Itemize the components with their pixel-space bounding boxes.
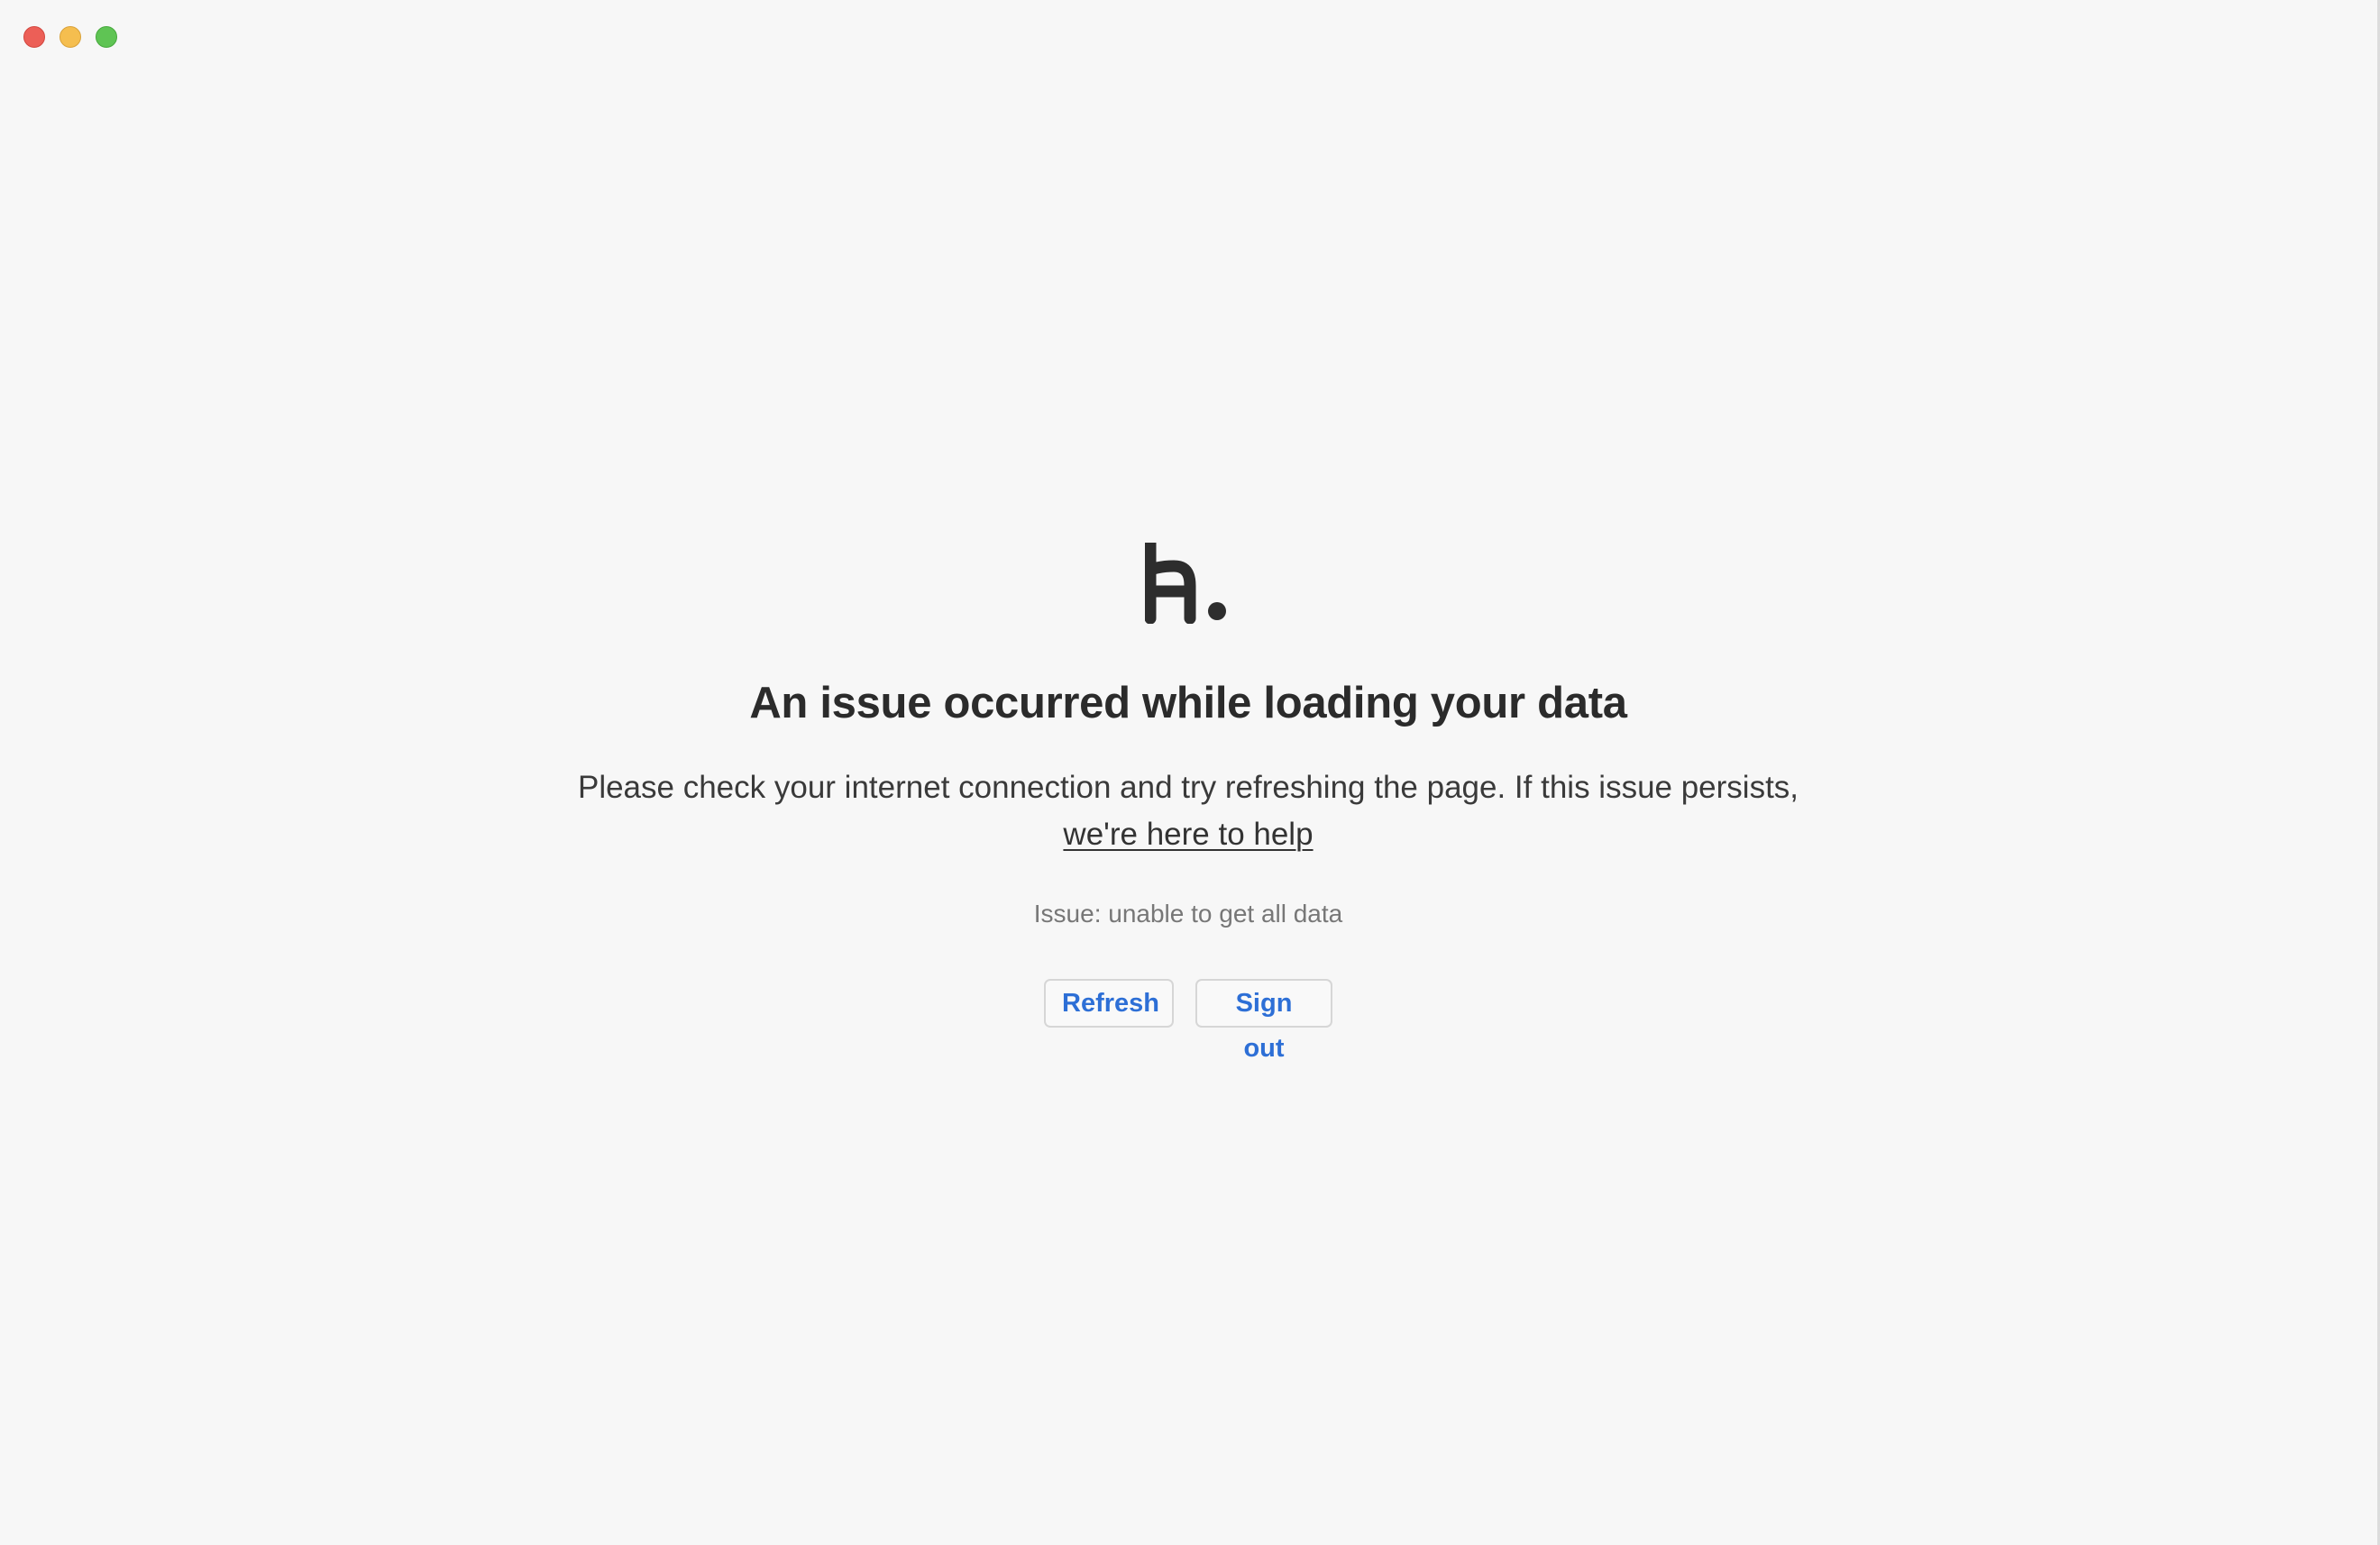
sign-out-button[interactable]: Sign out (1195, 979, 1332, 1063)
error-description-text: Please check your internet connection an… (577, 770, 1799, 805)
h-dot-logo-icon (1144, 536, 1231, 625)
error-heading: An issue occurred while loading your dat… (749, 679, 1627, 727)
error-description: Please check your internet connection an… (505, 764, 1872, 858)
refresh-button[interactable]: Refresh (1044, 979, 1174, 1028)
error-actions: Refresh Sign out (0, 979, 2376, 1063)
error-screen: An issue occurred while loading your dat… (0, 0, 2380, 1545)
issue-detail: Issue: unable to get all data (1033, 900, 1343, 928)
help-link[interactable]: we're here to help (1063, 817, 1313, 852)
app-window: An issue occurred while loading your dat… (0, 0, 2380, 1545)
